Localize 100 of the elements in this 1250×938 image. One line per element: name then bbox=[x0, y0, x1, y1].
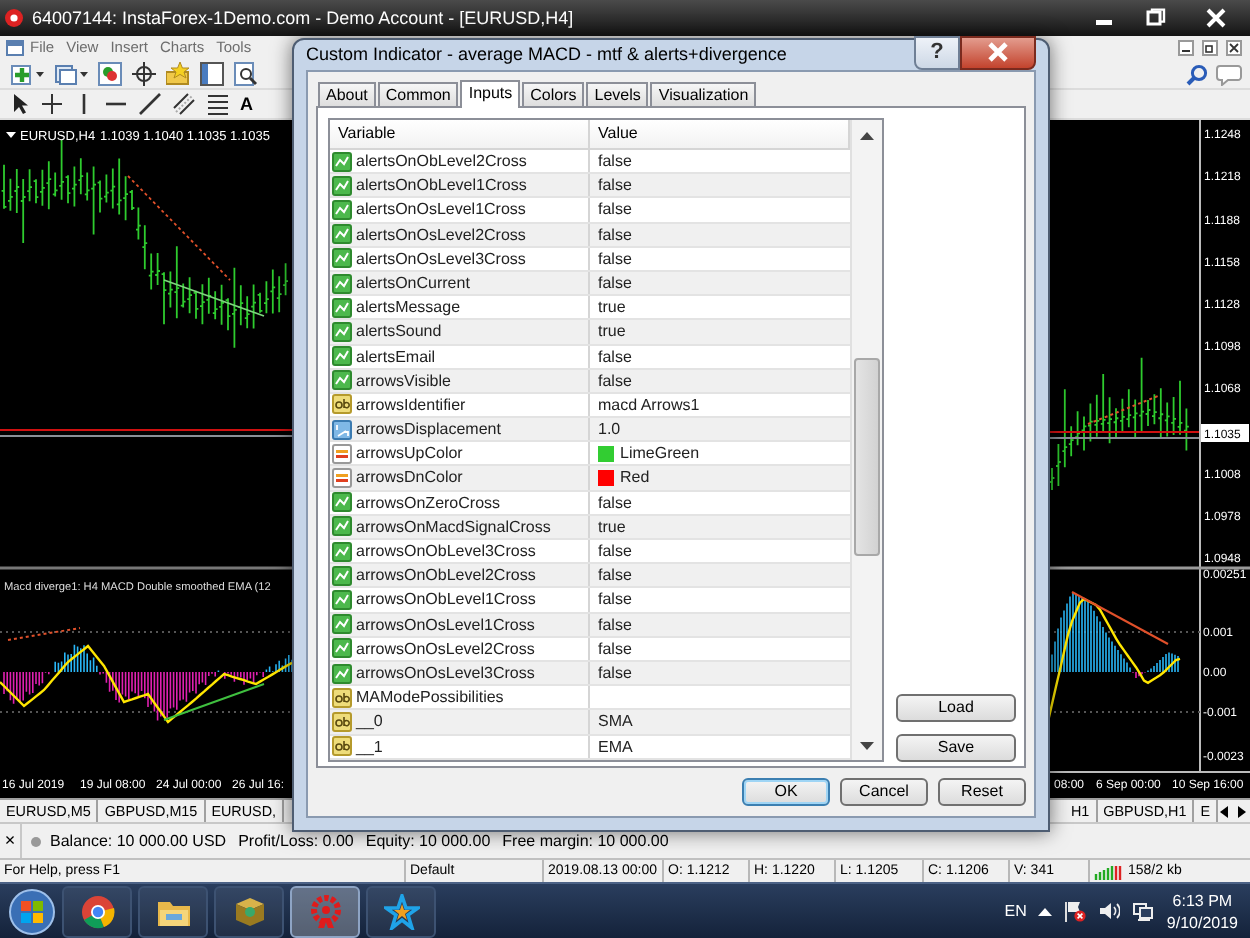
value-text[interactable]: false bbox=[598, 176, 632, 195]
clock[interactable]: 6:13 PM 9/10/2019 bbox=[1166, 889, 1238, 933]
variable-name: arrowsUpColor bbox=[356, 444, 463, 463]
search-icon[interactable] bbox=[1186, 63, 1208, 85]
graph-icon bbox=[332, 541, 352, 562]
value-text[interactable]: macd Arrows1 bbox=[598, 395, 700, 415]
value-text[interactable]: false bbox=[598, 152, 632, 171]
tab[interactable]: Visualization bbox=[650, 82, 757, 106]
crosshair-icon[interactable] bbox=[132, 62, 156, 86]
value-text[interactable]: false bbox=[598, 639, 632, 658]
color-type-icon bbox=[332, 468, 352, 489]
variable-name: alertsOnObLevel1Cross bbox=[356, 176, 527, 195]
tab[interactable]: Inputs bbox=[460, 80, 521, 108]
star-icon[interactable] bbox=[383, 893, 419, 929]
column-header[interactable]: Variable bbox=[330, 120, 590, 148]
network-icon[interactable] bbox=[1132, 900, 1155, 922]
text-type-icon bbox=[332, 711, 352, 732]
variable-name: MAModePossibilities bbox=[356, 688, 504, 707]
scroll-up-icon[interactable] bbox=[860, 129, 874, 139]
star-folder-icon[interactable] bbox=[166, 62, 190, 86]
tab[interactable]: Common bbox=[377, 82, 459, 106]
value-text[interactable]: false bbox=[598, 347, 632, 366]
taskbar-app-button[interactable] bbox=[366, 885, 436, 937]
taskbar-app-button[interactable] bbox=[214, 885, 284, 937]
window-icon[interactable] bbox=[200, 62, 224, 86]
variable-name: arrowsOnOsLevel3Cross bbox=[356, 663, 535, 683]
text-tool[interactable]: A bbox=[240, 93, 253, 115]
trendline-icon[interactable] bbox=[138, 92, 162, 116]
value-text[interactable]: true bbox=[598, 298, 626, 317]
side-button[interactable]: Load bbox=[896, 694, 1016, 722]
variable-name: arrowsDnColor bbox=[356, 468, 463, 488]
value-text[interactable]: false bbox=[598, 590, 632, 610]
text-type-icon bbox=[332, 736, 352, 757]
dialog-button[interactable]: Reset bbox=[938, 778, 1026, 806]
variable-name: arrowsOnObLevel3Cross bbox=[356, 542, 536, 561]
graph-icon bbox=[332, 224, 352, 245]
dropdown-icon[interactable] bbox=[6, 132, 16, 138]
variable-name: arrowsDisplacement bbox=[356, 420, 501, 439]
market-watch-icon[interactable] bbox=[98, 62, 122, 86]
start-button[interactable] bbox=[8, 887, 56, 935]
help-button[interactable]: ? bbox=[914, 35, 960, 69]
crosshair-icon[interactable] bbox=[40, 92, 64, 116]
value-text[interactable]: LimeGreen bbox=[620, 444, 700, 463]
value-text[interactable]: 1.0 bbox=[598, 420, 621, 439]
taskbar-app-button[interactable] bbox=[290, 885, 360, 937]
tab[interactable]: About bbox=[318, 82, 376, 106]
profiles-icon[interactable] bbox=[54, 62, 88, 86]
value-text[interactable]: false bbox=[598, 663, 632, 683]
graph-icon bbox=[332, 565, 352, 586]
variable-name: alertsOnOsLevel1Cross bbox=[356, 200, 526, 220]
variable-name: arrowsOnObLevel2Cross bbox=[356, 566, 536, 585]
restore-icon[interactable] bbox=[1146, 8, 1166, 28]
taskbar-app-button[interactable] bbox=[62, 885, 132, 937]
close-icon[interactable] bbox=[1206, 8, 1226, 28]
show-hidden-icons-icon[interactable] bbox=[1038, 906, 1053, 916]
window-title: 64007144: InstaForex-1Demo.com - Demo Account - [EURUSD,H4] bbox=[32, 7, 574, 29]
dialog-button[interactable]: Cancel bbox=[840, 778, 928, 806]
language-indicator[interactable]: EN bbox=[1004, 901, 1027, 921]
scroll-down-icon[interactable] bbox=[860, 741, 874, 751]
minimize-button[interactable] bbox=[1178, 40, 1194, 56]
value-text[interactable]: false bbox=[598, 615, 632, 634]
value-text[interactable]: SMA bbox=[598, 712, 633, 731]
tab[interactable]: Colors bbox=[522, 82, 585, 106]
speaker-icon[interactable] bbox=[1098, 900, 1121, 922]
value-text[interactable]: false bbox=[598, 371, 632, 390]
browser-icon[interactable] bbox=[79, 893, 115, 929]
value-text[interactable]: false bbox=[598, 225, 632, 244]
taskbar-app-button[interactable] bbox=[138, 885, 208, 937]
dialog-button[interactable]: OK bbox=[742, 778, 830, 806]
dialog-title: Custom Indicator - average MACD - mtf & alerts+divergence bbox=[306, 44, 787, 66]
value-text[interactable]: false bbox=[598, 493, 632, 512]
value-text[interactable]: false bbox=[598, 200, 632, 220]
value-text[interactable]: true bbox=[598, 517, 626, 536]
cursor-icon[interactable] bbox=[10, 92, 30, 116]
value-text[interactable]: false bbox=[598, 273, 632, 293]
text-type-icon bbox=[332, 687, 352, 708]
variable-name: alertsOnObLevel2Cross bbox=[356, 152, 527, 171]
flag-icon[interactable] bbox=[1064, 900, 1087, 922]
value-text[interactable]: false bbox=[598, 542, 632, 561]
zoom-document-icon[interactable] bbox=[234, 62, 258, 86]
restore-button[interactable] bbox=[1202, 40, 1218, 56]
graph-icon bbox=[332, 589, 352, 610]
new-chart-icon[interactable] bbox=[10, 62, 44, 86]
variable-name: alertsOnOsLevel2Cross bbox=[356, 225, 526, 244]
graph-icon bbox=[332, 151, 352, 172]
variable-name: alertsSound bbox=[356, 322, 442, 341]
value-text[interactable]: false bbox=[598, 249, 632, 268]
value-text[interactable]: false bbox=[598, 566, 632, 585]
fibonacci-icon[interactable] bbox=[206, 92, 230, 116]
tab[interactable]: Levels bbox=[586, 82, 649, 106]
scroll-thumb[interactable] bbox=[854, 358, 880, 557]
scroll-left-icon[interactable] bbox=[1218, 803, 1230, 819]
value-text[interactable]: EMA bbox=[598, 737, 633, 756]
value-text[interactable]: Red bbox=[620, 468, 650, 488]
connection-bars-icon bbox=[1094, 863, 1122, 879]
close-button[interactable] bbox=[960, 35, 1036, 69]
value-text[interactable]: true bbox=[598, 322, 626, 341]
side-button[interactable]: Save bbox=[896, 734, 1016, 762]
close-button[interactable] bbox=[1226, 40, 1242, 56]
chart-window-icon[interactable] bbox=[6, 40, 24, 56]
